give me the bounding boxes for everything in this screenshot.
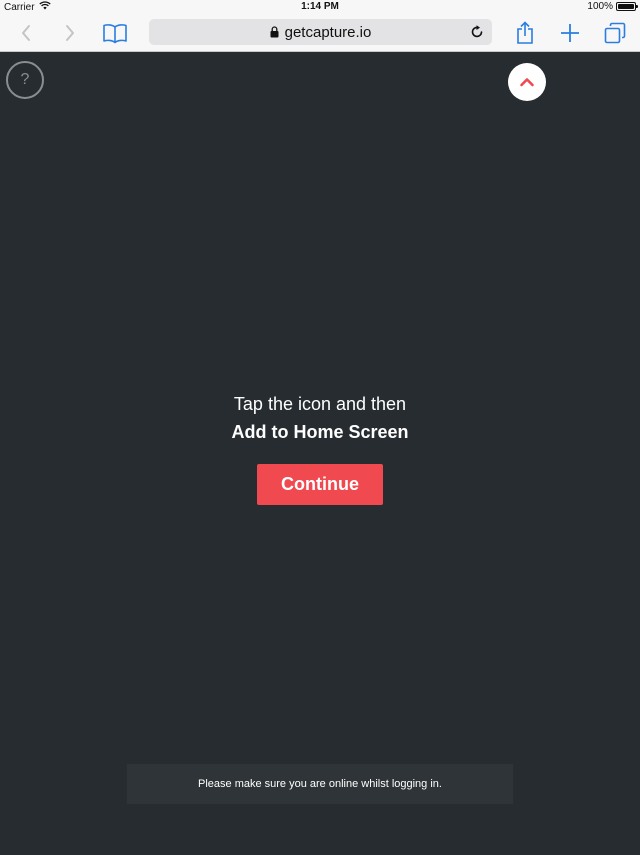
tabs-icon (604, 22, 626, 44)
share-button[interactable] (511, 19, 539, 47)
help-button[interactable]: ? (6, 61, 44, 99)
share-icon (517, 21, 533, 44)
instruction-line-1: Tap the icon and then (233, 394, 407, 414)
scroll-up-button[interactable] (508, 63, 546, 101)
instruction-message: Tap the icon and then Add to Home Screen (0, 390, 640, 446)
address-bar[interactable]: getcapture.io (149, 19, 492, 45)
chevron-right-icon (66, 25, 74, 41)
reload-button[interactable] (468, 23, 486, 41)
battery-percent: 100% (587, 1, 613, 12)
bookmarks-button[interactable] (101, 19, 129, 47)
online-notice: Please make sure you are online whilst l… (127, 764, 513, 804)
status-bar: Carrier 1:14 PM 100% (0, 0, 640, 14)
reload-icon (471, 25, 483, 38)
back-button[interactable] (12, 19, 40, 47)
chevron-up-icon (520, 78, 534, 87)
battery-fill (618, 4, 634, 9)
instruction-line-2: Add to Home Screen (231, 422, 409, 442)
tabs-button[interactable] (601, 19, 629, 47)
address-content: getcapture.io (149, 19, 492, 45)
help-label: ? (20, 71, 30, 88)
plus-icon (561, 24, 579, 42)
battery-icon (616, 2, 638, 11)
continue-button[interactable]: Continue (257, 464, 383, 505)
forward-button[interactable] (56, 19, 84, 47)
online-notice-text: Please make sure you are online whilst l… (198, 778, 442, 790)
status-time: 1:14 PM (301, 1, 339, 12)
new-tab-button[interactable] (556, 19, 584, 47)
browser-toolbar: getcapture.io (0, 14, 640, 52)
chevron-left-icon (22, 25, 30, 41)
book-icon (103, 24, 127, 44)
status-right: 100% (587, 1, 638, 12)
page-content: ? Tap the icon and then Add to Home Scre… (0, 53, 640, 855)
lock-icon (270, 26, 279, 38)
url-text: getcapture.io (284, 23, 372, 41)
